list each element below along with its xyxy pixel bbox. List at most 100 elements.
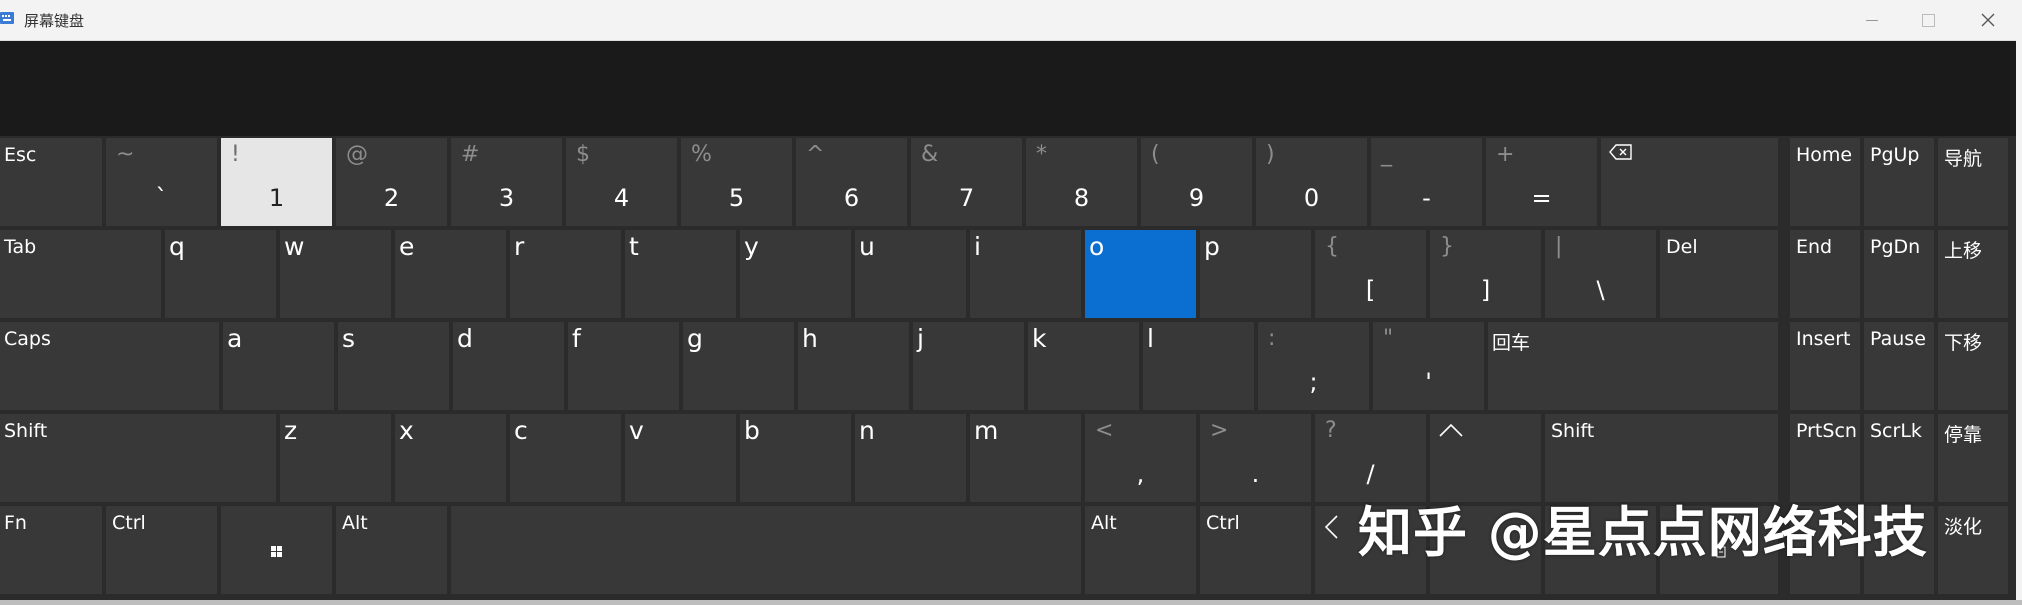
key-comma[interactable]: <, xyxy=(1085,414,1196,502)
key-d[interactable]: d xyxy=(453,322,564,410)
key-left-bracket[interactable]: {[ xyxy=(1315,230,1426,318)
key-2[interactable]: @2 xyxy=(336,138,447,226)
key-letter: f xyxy=(572,324,581,353)
key-f[interactable]: f xyxy=(568,322,679,410)
key-e[interactable]: e xyxy=(395,230,506,318)
title-bar[interactable]: 屏幕键盘 xyxy=(0,0,2022,41)
main-char: - xyxy=(1422,184,1431,212)
text-preview-area xyxy=(0,41,2016,136)
key-c[interactable]: c xyxy=(510,414,621,502)
main-char: 2 xyxy=(383,184,400,212)
key-x[interactable]: x xyxy=(395,414,506,502)
shift-char: # xyxy=(461,142,480,167)
key-left-shift[interactable]: Shift xyxy=(0,414,276,502)
key-move-down[interactable]: 下移 xyxy=(1938,322,2008,410)
key-pause[interactable]: Pause xyxy=(1864,322,1934,410)
key-v[interactable]: v xyxy=(625,414,736,502)
key-navigate[interactable]: 导航 xyxy=(1938,138,2008,226)
key-3[interactable]: #3 xyxy=(451,138,562,226)
key-backspace[interactable] xyxy=(1601,138,1778,226)
key-7[interactable]: & 7 xyxy=(911,138,1022,226)
key-right-alt[interactable]: Alt xyxy=(1085,506,1196,594)
key-left-ctrl[interactable]: Ctrl xyxy=(106,506,217,594)
key-backslash[interactable]: | \ xyxy=(1545,230,1656,318)
key-4[interactable]: $4 xyxy=(566,138,677,226)
key-pgdn[interactable]: PgDn xyxy=(1864,230,1934,318)
key-letter: g xyxy=(687,324,703,353)
watermark-text: 知乎 @星点点网络科技 xyxy=(1358,501,1928,564)
key-letter: e xyxy=(399,232,415,261)
key-1[interactable]: ! 1 xyxy=(221,138,332,226)
key-letter: b xyxy=(744,416,760,445)
main-char: \ xyxy=(1596,276,1605,304)
key-period[interactable]: >. xyxy=(1200,414,1311,502)
key-j[interactable]: j xyxy=(913,322,1024,410)
key-caps[interactable]: Caps xyxy=(0,322,219,410)
chevron-up-icon xyxy=(1439,423,1463,437)
key-8[interactable]: * 8 xyxy=(1026,138,1137,226)
key-windows[interactable] xyxy=(221,506,332,594)
key-tab[interactable]: Tab xyxy=(0,230,161,318)
key-w[interactable]: w xyxy=(280,230,391,318)
key-right-bracket[interactable]: }] xyxy=(1430,230,1541,318)
key-equals[interactable]: + = xyxy=(1486,138,1597,226)
key-enter[interactable]: 回车 xyxy=(1488,322,1778,410)
key-pgup[interactable]: PgUp xyxy=(1864,138,1934,226)
key-g[interactable]: g xyxy=(683,322,794,410)
main-char: ' xyxy=(1425,368,1432,396)
shift-char: ) xyxy=(1266,142,1275,167)
main-char: = xyxy=(1531,184,1552,212)
maximize-button[interactable] xyxy=(1900,0,1956,40)
shift-char: $ xyxy=(576,142,590,167)
key-letter: w xyxy=(284,232,305,261)
key-s[interactable]: s xyxy=(338,322,449,410)
key-fn[interactable]: Fn xyxy=(0,506,102,594)
key-o[interactable]: o xyxy=(1085,230,1196,318)
key-h[interactable]: h xyxy=(798,322,909,410)
key-dock[interactable]: 停靠 xyxy=(1938,414,2008,502)
key-del[interactable]: Del xyxy=(1660,230,1778,318)
key-n[interactable]: n xyxy=(855,414,966,502)
key-fade[interactable]: 淡化 xyxy=(1938,506,2008,594)
key-right-ctrl[interactable]: Ctrl xyxy=(1200,506,1311,594)
key-minus[interactable]: _ - xyxy=(1371,138,1482,226)
key-9[interactable]: (9 xyxy=(1141,138,1252,226)
key-0[interactable]: ) 0 xyxy=(1256,138,1367,226)
key-5[interactable]: % 5 xyxy=(681,138,792,226)
key-semicolon[interactable]: :; xyxy=(1258,322,1369,410)
key-t[interactable]: t xyxy=(625,230,736,318)
key-quote[interactable]: " ' xyxy=(1373,322,1484,410)
key-p[interactable]: p xyxy=(1200,230,1311,318)
key-k[interactable]: k xyxy=(1028,322,1139,410)
key-insert[interactable]: Insert xyxy=(1790,322,1860,410)
key-esc[interactable]: Esc xyxy=(0,138,102,226)
close-button[interactable] xyxy=(1960,0,2016,40)
key-y[interactable]: y xyxy=(740,230,851,318)
backspace-icon xyxy=(1609,144,1632,160)
key-u[interactable]: u xyxy=(855,230,966,318)
key-label: Alt xyxy=(342,512,368,534)
key-backtick[interactable]: ~ ` xyxy=(106,138,217,226)
key-label: Caps xyxy=(4,328,51,350)
key-label: Del xyxy=(1666,236,1698,258)
key-i[interactable]: i xyxy=(970,230,1081,318)
minimize-button[interactable] xyxy=(1844,0,1900,40)
key-l[interactable]: l xyxy=(1143,322,1254,410)
key-z[interactable]: z xyxy=(280,414,391,502)
key-label: 停靠 xyxy=(1944,424,1983,446)
key-r[interactable]: r xyxy=(510,230,621,318)
key-q[interactable]: q xyxy=(165,230,276,318)
key-letter: x xyxy=(399,416,414,445)
key-end[interactable]: End xyxy=(1790,230,1860,318)
key-left-alt[interactable]: Alt xyxy=(336,506,447,594)
key-home[interactable]: Home xyxy=(1790,138,1860,226)
key-6[interactable]: ^ 6 xyxy=(796,138,907,226)
main-char: [ xyxy=(1365,276,1376,304)
key-a[interactable]: a xyxy=(223,322,334,410)
key-space[interactable] xyxy=(451,506,1081,594)
key-b[interactable]: b xyxy=(740,414,851,502)
key-move-up[interactable]: 上移 xyxy=(1938,230,2008,318)
key-m[interactable]: m xyxy=(970,414,1081,502)
key-label: 上移 xyxy=(1944,240,1983,262)
shift-char: : xyxy=(1268,326,1276,351)
